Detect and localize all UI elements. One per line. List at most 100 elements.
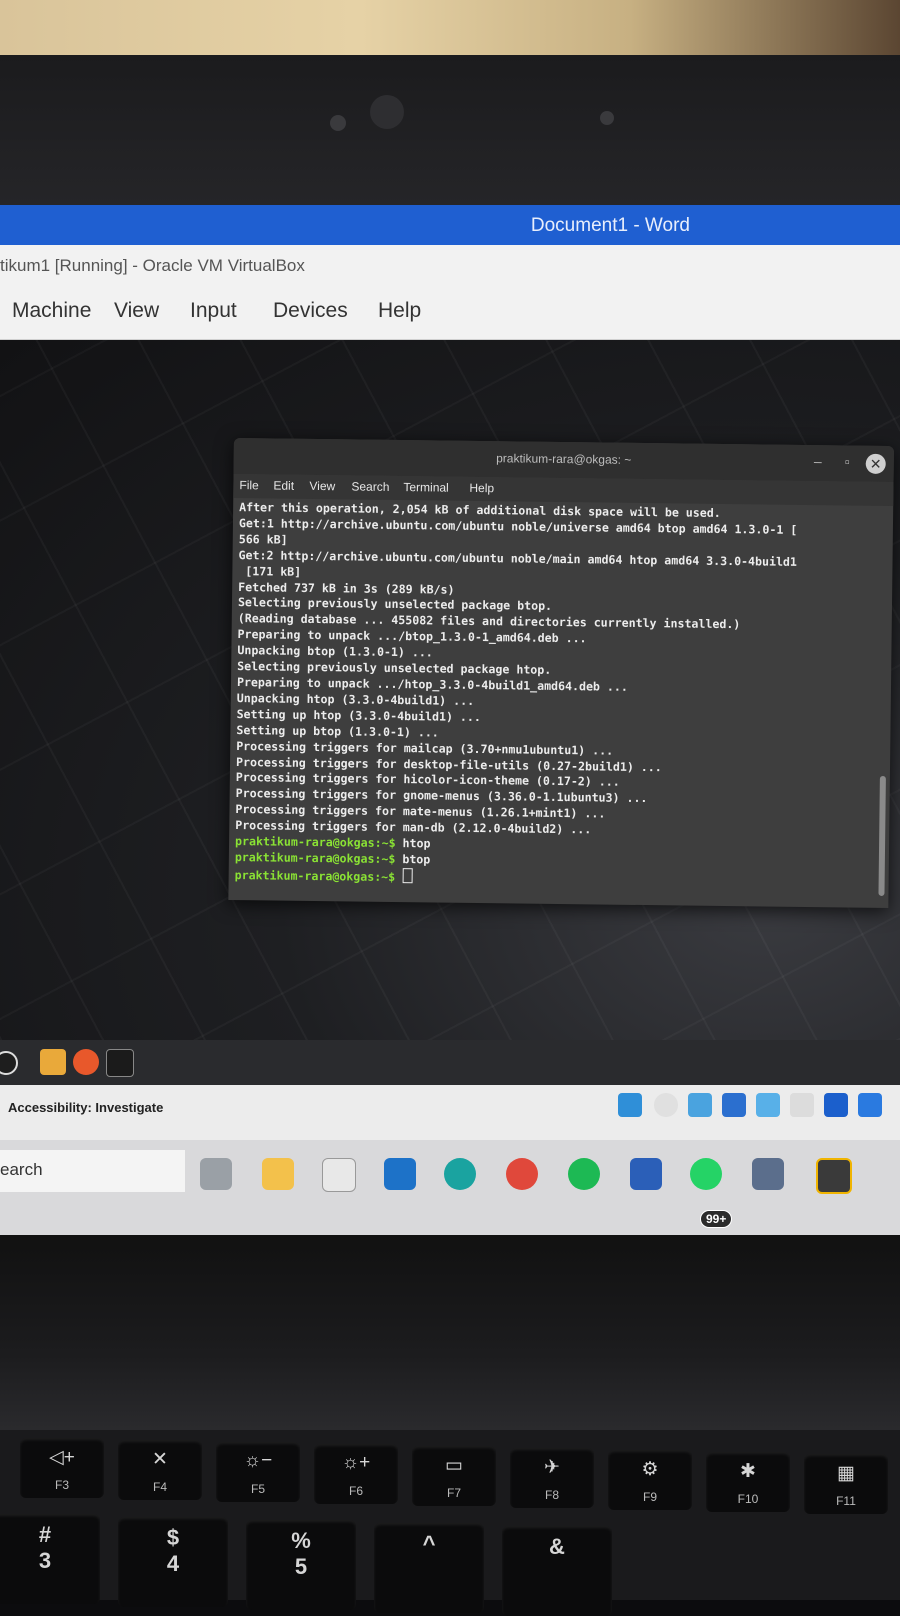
close-icon[interactable]: ✕: [865, 453, 886, 474]
task-view-icon[interactable]: [200, 1158, 232, 1190]
word-titlebar[interactable]: Document1 - Word: [0, 205, 900, 245]
key-f3[interactable]: ◁+ F3: [20, 1438, 104, 1498]
key-symbol-icon: ✈: [544, 1457, 560, 1478]
key-f11[interactable]: ▦ F11: [804, 1454, 888, 1514]
files-icon[interactable]: [40, 1049, 66, 1075]
spotify-icon[interactable]: [568, 1158, 600, 1190]
webcam-icon: [330, 115, 346, 131]
key-symbol-icon: ✕: [152, 1449, 168, 1470]
terminal-icon[interactable]: [106, 1049, 134, 1077]
terminal-menu-edit[interactable]: Edit: [273, 478, 294, 492]
key-f10[interactable]: ✱ F10: [706, 1452, 790, 1512]
key-label: F9: [642, 1490, 657, 1504]
firefox-icon[interactable]: [73, 1049, 99, 1075]
menu-machine[interactable]: Machine: [12, 299, 91, 323]
host-status-bar: Accessibility: Investigate: [0, 1085, 900, 1140]
virtualbox-titlebar[interactable]: tikum1 [Running] - Oracle VM VirtualBox: [0, 245, 900, 287]
key-number-row[interactable]: &: [502, 1526, 612, 1616]
vbox-capture-icon[interactable]: [858, 1093, 882, 1117]
key-symbol-icon: ☼+: [341, 1452, 371, 1473]
vbox-usb-icon[interactable]: [756, 1093, 780, 1117]
taskbar-search[interactable]: earch: [0, 1150, 185, 1192]
edge-icon[interactable]: [444, 1158, 476, 1190]
shell-command: htop: [395, 836, 431, 851]
key-number-row[interactable]: % 5: [246, 1520, 356, 1610]
ir-sensor-icon: [600, 111, 614, 125]
sensor-icon: [370, 95, 404, 129]
minimize-icon[interactable]: –: [814, 453, 822, 469]
maximize-icon[interactable]: ▫: [845, 453, 850, 469]
terminal-menu-search[interactable]: Search: [351, 479, 389, 493]
key-f5[interactable]: ☼− F5: [216, 1442, 300, 1502]
menu-input[interactable]: Input: [190, 299, 237, 323]
terminal-menu-file[interactable]: File: [239, 478, 259, 492]
text-cursor: [402, 867, 413, 884]
terminal-title: praktikum-rara@okgas: ~: [496, 451, 632, 467]
whatsapp-icon[interactable]: [690, 1158, 722, 1190]
word-icon[interactable]: [630, 1158, 662, 1190]
shell-prompt: praktikum-rara@okgas:~$: [234, 849, 396, 866]
key-label: F10: [737, 1492, 759, 1506]
key-label: F11: [836, 1494, 856, 1508]
key-f8[interactable]: ✈ F8: [510, 1448, 594, 1508]
shell-command: btop: [395, 851, 431, 867]
chrome-icon[interactable]: [506, 1158, 538, 1190]
keyboard: ◁+ F3 ✕ F4 ☼− F5 ☼+ F6 ▭ F7 ✈ F8 ⚙ F9 ✱ F10 ▦ F11 # 3 $ 4 % …: [0, 1430, 900, 1616]
vbox-vm-icon[interactable]: [816, 1158, 852, 1194]
virtualbox-menubar: Machine View Input Devices Help: [0, 287, 900, 340]
menu-icon[interactable]: [0, 1051, 18, 1075]
shell-prompt: praktikum-rara@okgas:~$: [234, 834, 396, 851]
vbox-shared-folder-icon[interactable]: [790, 1093, 814, 1117]
vbox-display-icon[interactable]: [824, 1093, 848, 1117]
key-label: F5: [250, 1482, 265, 1496]
menu-devices[interactable]: Devices: [273, 299, 348, 323]
key-symbol: &: [549, 1534, 565, 1559]
key-symbol-icon: ▭: [445, 1455, 463, 1476]
key-f9[interactable]: ⚙ F9: [608, 1450, 692, 1510]
terminal-menu-help[interactable]: Help: [469, 481, 494, 495]
search-text: earch: [0, 1160, 43, 1179]
terminal-scrollbar[interactable]: [878, 775, 886, 896]
menu-view[interactable]: View: [114, 299, 159, 323]
key-symbol-icon: ☼−: [243, 1450, 273, 1471]
key-number-row[interactable]: # 3: [0, 1514, 100, 1604]
microsoft-store-icon[interactable]: [322, 1158, 356, 1192]
mail-icon[interactable]: [384, 1158, 416, 1190]
whatsapp-badge: 99+: [700, 1210, 733, 1228]
vbox-optical-icon[interactable]: [654, 1093, 678, 1117]
terminal-menu-terminal[interactable]: Terminal: [403, 480, 449, 495]
virtualbox-icon[interactable]: [752, 1158, 784, 1190]
menu-help[interactable]: Help: [378, 299, 421, 323]
terminal-menu-view[interactable]: View: [309, 479, 335, 493]
file-explorer-icon[interactable]: [262, 1158, 294, 1190]
accessibility-status[interactable]: Accessibility: Investigate: [8, 1100, 163, 1115]
key-label: F6: [348, 1484, 363, 1498]
guest-panel: [0, 1040, 900, 1085]
windows-taskbar: earch: [0, 1140, 900, 1235]
shell-prompt: praktikum-rara@okgas:~$: [234, 867, 396, 884]
key-symbol: $ 4: [166, 1525, 180, 1576]
monitor-bezel: [0, 55, 900, 205]
key-f6[interactable]: ☼+ F6: [314, 1444, 398, 1504]
vbox-audio-icon[interactable]: [688, 1093, 712, 1117]
key-f7[interactable]: ▭ F7: [412, 1446, 496, 1506]
key-label: F3: [54, 1478, 69, 1492]
vbox-network-icon[interactable]: [722, 1093, 746, 1117]
terminal-window[interactable]: praktikum-rara@okgas: ~ – ▫ ✕ File Edit …: [228, 438, 894, 909]
vbox-disk-icon[interactable]: [618, 1093, 642, 1117]
key-symbol: ^: [422, 1531, 436, 1556]
laptop-hinge: [0, 1235, 900, 1435]
terminal-output[interactable]: After this operation, 2,054 kB of additi…: [234, 500, 879, 900]
word-window-title: Document1 - Word: [530, 215, 690, 236]
key-symbol-icon: ▦: [837, 1463, 855, 1484]
key-symbol-icon: ⚙: [641, 1459, 659, 1480]
key-number-row[interactable]: $ 4: [118, 1517, 228, 1607]
key-f4[interactable]: ✕ F4: [118, 1440, 202, 1500]
virtualbox-window-title: tikum1 [Running] - Oracle VM VirtualBox: [0, 256, 305, 275]
key-symbol-icon: ✱: [740, 1461, 756, 1482]
key-label: F8: [544, 1488, 559, 1502]
key-symbol: % 5: [291, 1528, 311, 1579]
key-symbol: # 3: [38, 1522, 52, 1573]
key-label: F4: [152, 1480, 167, 1494]
key-label: F7: [446, 1486, 461, 1500]
